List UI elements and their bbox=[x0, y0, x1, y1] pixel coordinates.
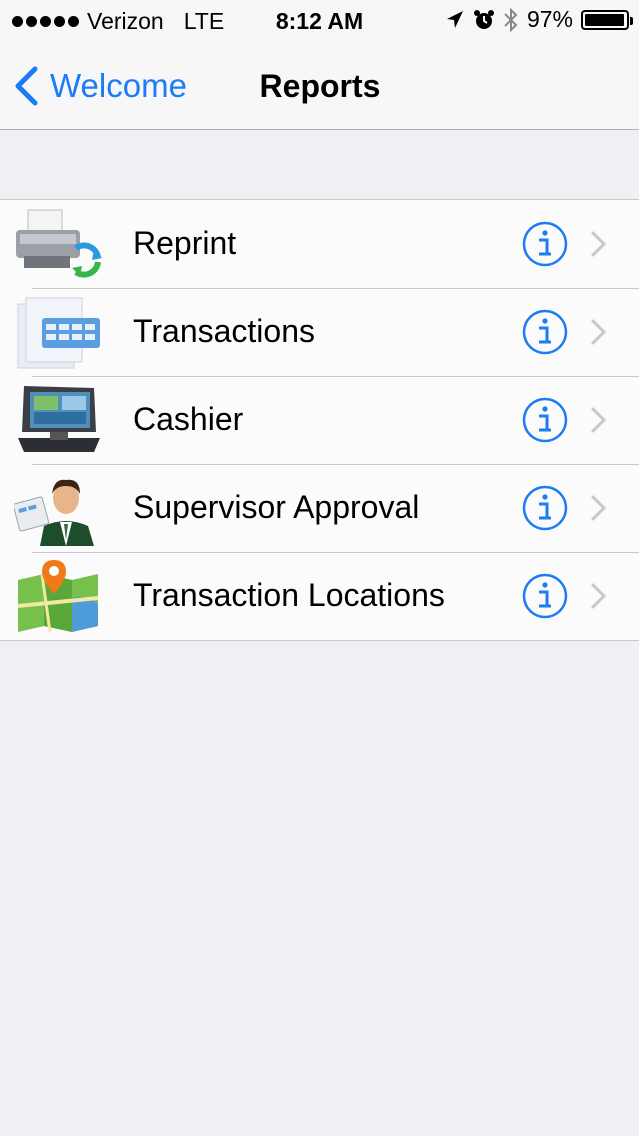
info-icon[interactable] bbox=[522, 573, 568, 619]
status-bar: Verizon LTE 8:12 AM 97% bbox=[0, 0, 639, 44]
chevron-right-icon bbox=[591, 583, 607, 609]
navigation-bar: Welcome Reports bbox=[0, 44, 639, 130]
list-item-reprint[interactable]: Reprint bbox=[0, 200, 639, 288]
list-item-cashier[interactable]: Cashier bbox=[0, 376, 639, 464]
list-item-transactions[interactable]: Transactions bbox=[0, 288, 639, 376]
info-icon[interactable] bbox=[522, 485, 568, 531]
supervisor-icon bbox=[14, 479, 94, 546]
chevron-right-icon bbox=[591, 231, 607, 257]
chevron-left-icon bbox=[15, 66, 38, 106]
battery-icon bbox=[581, 9, 633, 30]
transactions-document-icon bbox=[17, 297, 100, 369]
back-button[interactable]: Welcome bbox=[14, 64, 187, 108]
bluetooth-icon bbox=[504, 7, 518, 32]
pos-terminal-icon bbox=[18, 386, 100, 452]
location-arrow-icon bbox=[446, 10, 463, 28]
info-icon[interactable] bbox=[522, 309, 568, 355]
status-right: 97% bbox=[445, 6, 633, 33]
chevron-right-icon bbox=[591, 407, 607, 433]
list-item-supervisor-approval[interactable]: Supervisor Approval bbox=[0, 464, 639, 552]
list-item-label: Supervisor Approval bbox=[133, 489, 420, 525]
chevron-right-icon bbox=[591, 495, 607, 521]
page-title: Reports bbox=[259, 68, 381, 104]
info-icon[interactable] bbox=[522, 221, 568, 267]
back-button-label: Welcome bbox=[50, 67, 187, 104]
printer-icon bbox=[16, 209, 102, 278]
list-item-label: Reprint bbox=[133, 225, 237, 261]
list-item-label: Transaction Locations bbox=[133, 577, 445, 613]
chevron-right-icon bbox=[591, 319, 607, 345]
info-icon[interactable] bbox=[522, 397, 568, 443]
battery-percent: 97% bbox=[526, 6, 573, 32]
list-item-label: Cashier bbox=[133, 401, 244, 437]
list-item-transaction-locations[interactable]: Transaction Locations bbox=[0, 552, 639, 640]
battery-fill bbox=[585, 13, 624, 26]
alarm-icon bbox=[473, 9, 494, 29]
reports-list: Reprint Transactions Cashier Supervisor … bbox=[0, 199, 639, 641]
list-item-label: Transactions bbox=[133, 313, 315, 349]
map-pin-icon bbox=[17, 560, 99, 633]
